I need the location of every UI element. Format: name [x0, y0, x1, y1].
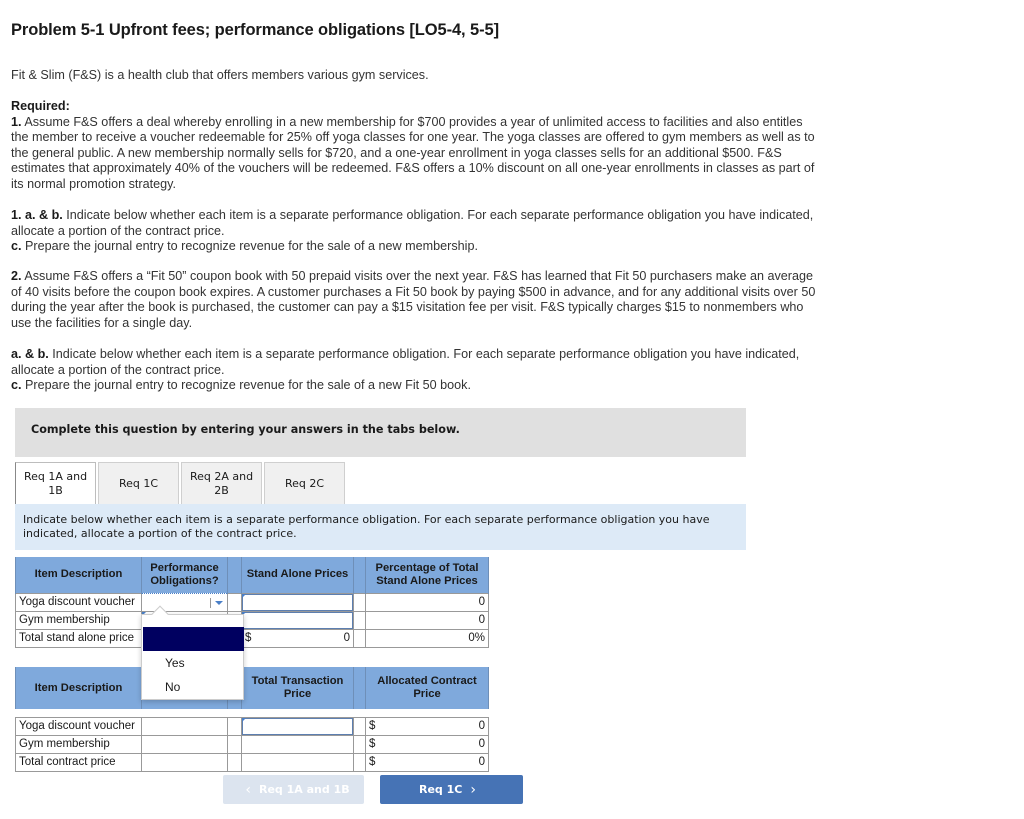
header-spacer: [353, 557, 366, 593]
empty-cell: [141, 716, 228, 736]
header-item-description: Item Description: [15, 667, 142, 709]
total-label: Total contract price: [15, 752, 142, 772]
tab-label: Req 1C: [118, 476, 159, 490]
chevron-down-icon[interactable]: [210, 597, 224, 608]
header-stand-alone-prices: Stand Alone Prices: [241, 557, 354, 593]
total-contract-price: $0: [365, 752, 489, 772]
req2ab-label: a. & b.: [11, 347, 49, 361]
tab-label: Req 1A and 1B: [23, 469, 88, 497]
page-title: Problem 5-1 Upfront fees; performance ob…: [11, 21, 499, 39]
total-row: Total stand alone price $0 0%: [15, 628, 489, 648]
chevron-right-icon: ›: [470, 781, 476, 798]
spacer-cell: [227, 592, 242, 612]
tab-req-1a-1b[interactable]: Req 1A and 1B: [15, 462, 96, 504]
tab-req-2c[interactable]: Req 2C: [264, 462, 345, 504]
header-performance-obligations: Performance Obligations?: [141, 557, 228, 593]
allocation-table: Item Description Total Transaction Price…: [15, 667, 489, 772]
header-spacer: [353, 667, 366, 709]
spacer-cell: [353, 752, 366, 772]
transaction-price-input[interactable]: [241, 716, 354, 736]
header-item-description: Item Description: [15, 557, 142, 593]
req1c-label: c.: [11, 239, 22, 254]
req2c-label: c.: [11, 378, 22, 393]
item-description: Yoga discount voucher: [15, 716, 142, 736]
item-description: Gym membership: [15, 734, 142, 754]
required-label: Required:: [11, 99, 70, 113]
empty-cell: [241, 752, 354, 772]
spacer-cell: [353, 610, 366, 630]
tab-req-2a-2b[interactable]: Req 2A and 2B: [181, 462, 262, 504]
dropdown-option-yes[interactable]: Yes: [143, 651, 244, 675]
spacer-cell: [353, 734, 366, 754]
prev-button-label: Req 1A and 1B: [258, 783, 350, 796]
req1-parts: 1. a. & b. Indicate below whether each i…: [11, 208, 816, 255]
prev-tab-button[interactable]: ‹ Req 1A and 1B: [223, 775, 364, 804]
req2-number: 2.: [11, 269, 22, 283]
req2-text: Assume F&S offers a “Fit 50” coupon book…: [11, 269, 816, 330]
req1c-text: Prepare the journal entry to recognize r…: [25, 239, 478, 254]
req1-number: 1.: [11, 114, 22, 129]
table-row: Gym membership $0: [15, 734, 489, 754]
spacer-cell: [353, 628, 366, 648]
allocated-price-value: $0: [365, 734, 489, 754]
spacer-cell: [353, 592, 366, 612]
stand-alone-price-input[interactable]: [241, 610, 354, 630]
obligation-dropdown-menu: Yes No: [141, 605, 244, 700]
header-percentage-total: Percentage of Total Stand Alone Prices: [365, 557, 489, 593]
input-marker-icon: [242, 593, 246, 598]
req1ab-label: 1. a. & b.: [11, 208, 63, 222]
header-total-transaction-price: Total Transaction Price: [241, 667, 354, 709]
total-row: Total contract price $0: [15, 752, 489, 772]
required-section: Required: 1. Assume F&S offers a deal wh…: [11, 99, 816, 193]
input-marker-icon: [242, 717, 246, 722]
tab-req-1c[interactable]: Req 1C: [98, 462, 179, 504]
standalone-price-table: Item Description Performance Obligations…: [15, 557, 489, 648]
tab-label: Req 2A and 2B: [189, 469, 254, 497]
table-row: Gym membership 0: [15, 610, 489, 630]
req1-text: Assume F&S offers a deal whereby enrolli…: [11, 114, 815, 191]
tab-strip: Req 1A and 1B Req 1C Req 2A and 2B Req 2…: [15, 462, 347, 504]
instructions-banner: Complete this question by entering your …: [15, 408, 746, 457]
total-label: Total stand alone price: [15, 628, 142, 648]
item-description: Gym membership: [15, 610, 142, 630]
percentage-value: 0: [365, 592, 489, 612]
stand-alone-price-input[interactable]: [241, 592, 354, 612]
spacer-cell: [227, 752, 242, 772]
transaction-price-cell: [241, 734, 354, 754]
empty-cell: [141, 752, 228, 772]
intro-text: Fit & Slim (F&S) is a health club that o…: [11, 68, 429, 82]
percentage-value: 0: [365, 610, 489, 630]
req2ab-text: Indicate below whether each item is a se…: [11, 347, 800, 377]
chevron-left-icon: ‹: [245, 781, 251, 798]
next-tab-button[interactable]: Req 1C ›: [380, 775, 523, 804]
total-percentage: 0%: [365, 628, 489, 648]
tab-label: Req 2C: [284, 476, 325, 490]
dropdown-option-blank[interactable]: [143, 627, 244, 651]
item-description: Yoga discount voucher: [15, 592, 142, 612]
allocated-price-value: $0: [365, 716, 489, 736]
header-spacer: [227, 557, 242, 593]
req2-parts: a. & b. Indicate below whether each item…: [11, 347, 816, 394]
table-row: Yoga discount voucher 0: [15, 592, 489, 612]
tab-instruction-panel: Indicate below whether each item is a se…: [15, 504, 746, 550]
table-row: Yoga discount voucher $0: [15, 716, 489, 736]
spacer-cell: [227, 716, 242, 736]
spacer-cell: [353, 716, 366, 736]
total-stand-alone-price: $0: [241, 628, 354, 648]
empty-cell: [141, 734, 228, 754]
dropdown-option-no[interactable]: No: [143, 675, 244, 699]
spacer-cell: [227, 734, 242, 754]
req2-section: 2. Assume F&S offers a “Fit 50” coupon b…: [11, 269, 816, 331]
req1ab-text: Indicate below whether each item is a se…: [11, 208, 814, 238]
req2c-text: Prepare the journal entry to recognize r…: [25, 378, 471, 393]
next-button-label: Req 1C: [419, 783, 463, 796]
obligation-dropdown[interactable]: [141, 592, 228, 612]
banner-text: Complete this question by entering your …: [31, 423, 460, 436]
tab-instruction-text: Indicate below whether each item is a se…: [23, 513, 710, 540]
header-allocated-contract-price: Allocated Contract Price: [365, 667, 489, 709]
